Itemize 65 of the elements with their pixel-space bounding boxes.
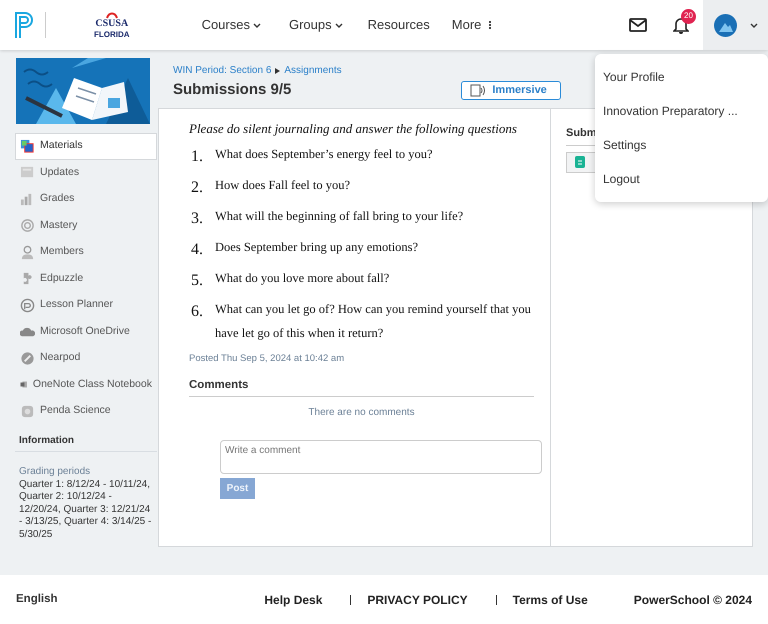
- sidebar-item[interactable]: Lesson Planner: [15, 292, 157, 318]
- school-logo[interactable]: CSUSA FLORIDA: [94, 12, 130, 38]
- comment-field[interactable]: Write a comment: [220, 440, 542, 474]
- sidebar-item[interactable]: Penda Science: [15, 398, 157, 424]
- comments-heading: Comments: [189, 376, 534, 397]
- target-icon: [20, 218, 35, 234]
- mail-icon[interactable]: [629, 18, 647, 32]
- list-number: 1.: [191, 146, 204, 166]
- nav-link[interactable]: Resources: [368, 15, 430, 35]
- menu-item[interactable]: Your Profile: [595, 60, 768, 94]
- nav-link[interactable]: More: [452, 15, 492, 35]
- caret-icon: [252, 22, 261, 28]
- nav-link[interactable]: Courses: [202, 15, 261, 35]
- sidebar-item[interactable]: Mastery: [15, 212, 157, 239]
- question-text: What will the beginning of fall bring to your life?: [215, 208, 464, 225]
- language-selector[interactable]: English: [16, 590, 58, 608]
- posted-date: Posted Thu Sep 5, 2024 at 10:42 am: [189, 352, 346, 366]
- app-logo[interactable]: [14, 11, 36, 39]
- breadcrumb-link[interactable]: Assignments: [284, 63, 342, 78]
- sidebar-item[interactable]: Nearpod: [15, 345, 157, 372]
- list-number: 4.: [191, 240, 204, 260]
- empty-comments-message: There are no comments: [307, 406, 416, 420]
- info-text: Quarter 1: 8/12/24 - 10/11/24, Quarter 2: 10/12/24 - 12/20/24, Quarter 3: 12/21/24 - 3/13/25, Quarter 4: 3/14/25 - 5/30/25: [19, 478, 152, 541]
- person-icon: [20, 244, 35, 260]
- caret-icon: [334, 22, 343, 28]
- immersive-reader-button[interactable]: Immersive: [461, 80, 562, 100]
- caret-icon: [750, 22, 758, 28]
- sidebar-item[interactable]: Updates: [15, 160, 157, 186]
- menu-item[interactable]: Logout: [595, 162, 768, 196]
- account-menu-button[interactable]: [703, 0, 768, 50]
- sidebar-item[interactable]: Grades: [15, 186, 157, 212]
- question-text: Does September bring up any emotions?: [215, 238, 418, 256]
- list-number: 3.: [191, 208, 204, 228]
- question-text: How does Fall feel to you?: [215, 176, 350, 194]
- question-text: What can you let go of? How can you remind yourself that you have let go of this when it return?: [215, 300, 532, 342]
- breadcrumb-link[interactable]: WIN Period: Section 6: [173, 63, 272, 78]
- info-label: Grading periods: [19, 464, 92, 478]
- breadcrumb-arrow-icon: [275, 68, 280, 74]
- page-title: Submissions 9/5: [173, 80, 292, 100]
- section-heading: Information: [15, 432, 157, 452]
- footer-link[interactable]: PRIVACY POLICY: [367, 590, 468, 608]
- sidebar-item[interactable]: Members: [15, 239, 157, 266]
- copyright-text: PowerSchool © 2024: [634, 592, 752, 608]
- list-number: 5.: [191, 270, 204, 290]
- sidebar-item[interactable]: Materials: [15, 133, 157, 160]
- planner-icon: [20, 298, 35, 313]
- list-number: 2.: [191, 178, 204, 198]
- notification-bell-icon[interactable]: [673, 17, 689, 34]
- sidebar-item[interactable]: OneNote Class Notebook: [15, 372, 157, 398]
- notification-count-badge: 20: [681, 8, 696, 24]
- sidebar-item[interactable]: Edpuzzle: [15, 266, 157, 292]
- sidebar-item[interactable]: Microsoft OneDrive: [15, 318, 157, 345]
- list-number: 6.: [191, 302, 204, 322]
- more-dots-icon: [488, 20, 492, 30]
- reader-icon: [470, 84, 486, 96]
- question-text: What do you love more about fall?: [215, 270, 390, 287]
- footer-link[interactable]: Terms of Use: [512, 590, 588, 608]
- document-icon: [575, 156, 585, 168]
- footer-link[interactable]: Help Desk: [264, 590, 322, 608]
- avatar-icon: [714, 14, 737, 36]
- instructions-text: Please do silent journaling and answer the following questions: [189, 120, 518, 138]
- question-text: What does September’s energy feel to you?: [215, 146, 433, 163]
- materials-icon: [20, 138, 35, 154]
- menu-item[interactable]: Innovation Preparatory ...: [595, 94, 768, 128]
- nav-link[interactable]: Groups: [288, 15, 343, 35]
